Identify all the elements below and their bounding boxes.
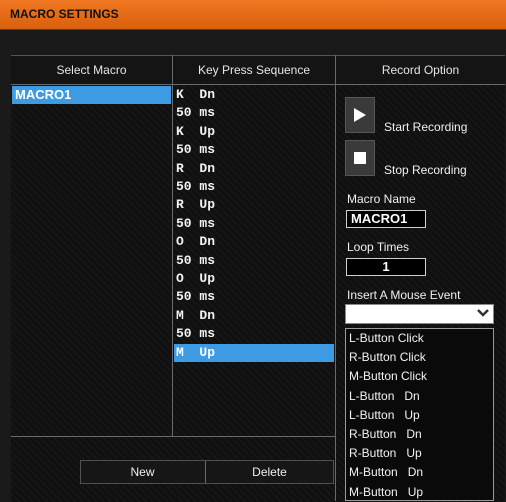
macro-name-label: Macro Name [347, 192, 416, 206]
mouse-event-dropdown: L-Button Click R-Button Click M-Button Cli… [345, 328, 494, 501]
sequence-row[interactable]: 50 ms [174, 215, 334, 233]
new-button[interactable]: New [81, 461, 204, 483]
sequence-row[interactable]: O Dn [174, 233, 334, 251]
sequence-row[interactable]: 50 ms [174, 178, 334, 196]
stop-icon [354, 152, 366, 164]
mouse-event-select[interactable] [345, 304, 494, 324]
mouse-event-option[interactable]: M-Button Dn [346, 463, 493, 482]
mouse-event-label: Insert A Mouse Event [347, 288, 461, 302]
column-header-record-option: Record Option [336, 56, 505, 85]
sequence-row[interactable]: 50 ms [174, 104, 334, 122]
column-header-key-sequence: Key Press Sequence [173, 56, 335, 85]
macro-list-item[interactable]: MACRO1 [12, 86, 171, 104]
sequence-row[interactable]: 50 ms [174, 252, 334, 270]
mouse-event-option[interactable]: L-Button Up [346, 406, 493, 425]
mouse-event-option[interactable]: M-Button Click [346, 367, 493, 386]
column-divider [335, 55, 336, 501]
sequence-row[interactable]: K Dn [174, 86, 334, 104]
sequence-row[interactable]: K Up [174, 123, 334, 141]
stop-recording-button[interactable] [345, 140, 375, 176]
mouse-event-option[interactable]: R-Button Up [346, 444, 493, 463]
mouse-event-option[interactable]: M-Button Up [346, 483, 493, 501]
title-bar: MACRO SETTINGS [0, 0, 506, 30]
sequence-row[interactable]: 50 ms [174, 288, 334, 306]
start-recording-label: Start Recording [384, 120, 468, 134]
delete-button[interactable]: Delete [206, 461, 333, 483]
column-divider [172, 55, 173, 436]
sequence-row[interactable]: O Up [174, 270, 334, 288]
chevron-down-icon [477, 309, 489, 317]
start-recording-button[interactable] [345, 97, 375, 133]
mouse-event-option[interactable]: L-Button Dn [346, 387, 493, 406]
loop-times-input[interactable]: 1 [346, 258, 426, 276]
sequence-row[interactable]: R Dn [174, 160, 334, 178]
mouse-event-option[interactable]: L-Button Click [346, 329, 493, 348]
window-title: MACRO SETTINGS [10, 7, 119, 21]
list-bottom-divider [11, 436, 335, 437]
column-header-select-macro: Select Macro [11, 56, 172, 85]
sequence-row[interactable]: M Up [174, 343, 334, 362]
sequence-row[interactable]: 50 ms [174, 325, 334, 343]
stop-recording-label: Stop Recording [384, 163, 467, 177]
mouse-event-option[interactable]: R-Button Click [346, 348, 493, 367]
loop-times-label: Loop Times [347, 240, 410, 254]
sequence-row[interactable]: R Up [174, 196, 334, 214]
mouse-event-option[interactable]: R-Button Dn [346, 425, 493, 444]
sequence-row[interactable]: M Dn [174, 307, 334, 325]
sequence-row[interactable]: 50 ms [174, 141, 334, 159]
macro-name-input[interactable]: MACRO1 [346, 210, 426, 228]
play-icon [354, 108, 366, 122]
